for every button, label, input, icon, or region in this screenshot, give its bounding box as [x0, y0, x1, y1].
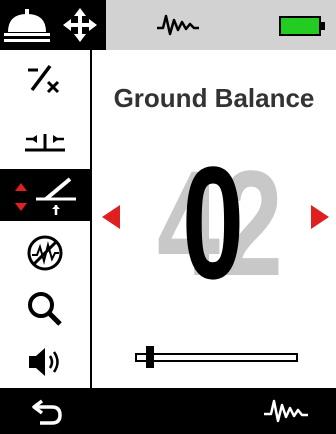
- threshold-icon: [25, 134, 65, 152]
- metal-detector-screen: Ground Balance 42 0: [0, 0, 336, 434]
- sidebar-item-ground-balance[interactable]: [0, 169, 90, 221]
- sidebar-item-noise-cancel[interactable]: [0, 228, 90, 278]
- settings-sidebar: [0, 50, 92, 388]
- waveform-icon[interactable]: [262, 396, 324, 426]
- back-arrow-icon[interactable]: [30, 393, 66, 429]
- sidebar-item-discrimination[interactable]: [0, 55, 90, 105]
- discrimination-icon: [28, 64, 60, 94]
- sidebar-item-search[interactable]: [0, 284, 90, 334]
- all-metal-mode-icon: [4, 9, 50, 42]
- move-icon: [63, 8, 97, 42]
- battery-icon: [279, 16, 325, 36]
- sidebar-item-threshold[interactable]: [0, 118, 90, 168]
- increase-arrow-button[interactable]: [311, 205, 329, 229]
- sidebar-item-volume[interactable]: [0, 337, 90, 387]
- search-icon: [28, 292, 62, 326]
- decrease-arrow-button[interactable]: [102, 205, 120, 229]
- waveform-icon: [157, 14, 199, 36]
- volume-icon: [29, 348, 59, 376]
- ground-balance-slider-track[interactable]: [135, 353, 298, 362]
- ground-balance-icon: [15, 177, 76, 215]
- mode-button[interactable]: [0, 0, 55, 50]
- ground-balance-value: 0: [182, 150, 244, 290]
- bottom-bar: [0, 388, 336, 434]
- top-status-bar: [0, 0, 336, 50]
- noise-cancel-icon: [27, 235, 63, 271]
- ground-balance-slider-handle[interactable]: [146, 346, 155, 368]
- page-title: Ground Balance: [113, 83, 315, 113]
- move-button[interactable]: [55, 0, 106, 50]
- value-text: 0: [182, 150, 244, 290]
